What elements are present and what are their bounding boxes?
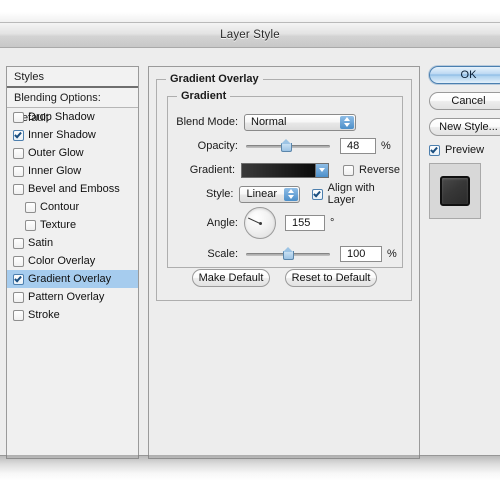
- sidebar-item-label: Inner Glow: [28, 165, 82, 177]
- gradient-swatch[interactable]: [241, 162, 330, 178]
- dialog-titlebar[interactable]: Layer Style: [0, 23, 500, 48]
- checkbox-bevel-and-emboss[interactable]: [13, 183, 24, 195]
- sidebar-item-pattern-overlay[interactable]: Pattern Overlay: [7, 288, 138, 306]
- checkbox-pattern-overlay[interactable]: [13, 291, 24, 303]
- gradient-group-title: Gradient: [177, 90, 231, 102]
- preview-thumbnail-chip: [440, 176, 470, 206]
- sidebar-item-inner-glow[interactable]: Inner Glow: [7, 162, 138, 180]
- preview-toggle[interactable]: Preview: [429, 144, 500, 156]
- reverse-label: Reverse: [359, 164, 400, 176]
- chevron-updown-icon: [340, 115, 354, 129]
- sidebar-item-label: Drop Shadow: [28, 111, 95, 123]
- gradient-label: Gradient:: [189, 164, 236, 176]
- sidebar-item-label: Contour: [40, 201, 80, 213]
- scale-value: 100: [347, 248, 366, 260]
- preview-thumbnail: [429, 163, 481, 219]
- chevron-updown-icon: [283, 187, 298, 201]
- sidebar-item-satin[interactable]: Satin: [7, 234, 138, 252]
- gradient-overlay-panel: Gradient Overlay Gradient Blend Mode: No…: [148, 66, 420, 459]
- preview-label: Preview: [445, 144, 485, 156]
- scale-slider-thumb[interactable]: [283, 247, 294, 260]
- scale-slider[interactable]: [246, 247, 330, 261]
- checkbox-align-with-layer[interactable]: [311, 188, 323, 200]
- new-style-button[interactable]: New Style...: [429, 118, 500, 136]
- blend-mode-value: Normal: [251, 116, 287, 128]
- sidebar-item-contour[interactable]: Contour: [7, 198, 138, 216]
- gradient-overlay-group: Gradient Overlay Gradient Blend Mode: No…: [156, 73, 412, 301]
- scale-label: Scale:: [207, 248, 238, 260]
- sidebar-item-label: Inner Shadow: [28, 129, 96, 141]
- angle-dial[interactable]: [244, 207, 276, 239]
- sidebar-item-bevel-and-emboss[interactable]: Bevel and Emboss: [7, 180, 138, 198]
- sidebar-item-inner-shadow[interactable]: Inner Shadow: [7, 126, 138, 144]
- checkbox-preview[interactable]: [429, 144, 440, 156]
- checkbox-outer-glow[interactable]: [13, 147, 24, 159]
- checkbox-satin[interactable]: [13, 237, 24, 249]
- angle-value: 155: [292, 217, 311, 229]
- sidebar-item-label: Bevel and Emboss: [28, 183, 120, 195]
- style-value: Linear: [246, 188, 278, 200]
- opacity-input[interactable]: 48: [340, 138, 376, 154]
- ok-button[interactable]: OK: [429, 66, 500, 84]
- styles-header: Styles: [7, 67, 138, 88]
- sidebar-item-label: Color Overlay: [28, 255, 96, 267]
- angle-dial-hub: [258, 221, 262, 225]
- checkbox-drop-shadow[interactable]: [13, 111, 24, 123]
- sidebar-item-outer-glow[interactable]: Outer Glow: [7, 144, 138, 162]
- sidebar-item-gradient-overlay[interactable]: Gradient Overlay: [7, 270, 138, 288]
- opacity-slider[interactable]: [246, 139, 330, 153]
- styles-sidebar: Styles Blending Options: Default Drop Sh…: [6, 66, 139, 459]
- cancel-button[interactable]: Cancel: [429, 92, 500, 110]
- opacity-unit: %: [381, 140, 391, 152]
- dialog-actions: OK Cancel New Style... Preview: [429, 66, 500, 219]
- opacity-slider-thumb[interactable]: [281, 139, 293, 152]
- dialog-title: Layer Style: [220, 29, 280, 41]
- blend-mode-select[interactable]: Normal: [244, 113, 356, 131]
- make-default-button[interactable]: Make Default: [192, 269, 270, 287]
- checkbox-gradient-overlay[interactable]: [13, 273, 24, 285]
- sidebar-item-label: Texture: [40, 219, 77, 231]
- screenshot-root: Layer Style Styles Blending Options: Def…: [0, 0, 500, 500]
- checkbox-contour[interactable]: [25, 201, 36, 213]
- gradient-overlay-group-title: Gradient Overlay: [166, 73, 263, 85]
- checkbox-reverse[interactable]: [343, 164, 355, 176]
- sidebar-item-label: Outer Glow: [28, 147, 84, 159]
- window-drop-shadow: [0, 455, 500, 481]
- angle-label: Angle:: [206, 217, 238, 229]
- sidebar-item-label: Gradient Overlay: [28, 273, 112, 285]
- gradient-group: Gradient Blend Mode: Normal Opacity: 48 …: [167, 90, 403, 268]
- opacity-value: 48: [347, 140, 360, 152]
- chevron-down-icon[interactable]: [315, 163, 329, 177]
- sidebar-item-label: Satin: [28, 237, 54, 249]
- checkbox-color-overlay[interactable]: [13, 255, 24, 267]
- sidebar-item-texture[interactable]: Texture: [7, 216, 138, 234]
- style-label: Style:: [205, 188, 234, 200]
- checkbox-texture[interactable]: [25, 219, 36, 231]
- style-select[interactable]: Linear: [239, 185, 300, 203]
- blend-mode-label: Blend Mode:: [176, 116, 238, 128]
- checkbox-inner-shadow[interactable]: [13, 129, 24, 141]
- align-with-layer-label: Align with Layer: [327, 182, 375, 206]
- blending-options-row[interactable]: Blending Options: Default: [7, 88, 138, 124]
- opacity-label: Opacity:: [197, 140, 238, 152]
- reset-to-default-button[interactable]: Reset to Default: [285, 269, 377, 287]
- scale-unit: %: [387, 248, 397, 260]
- angle-unit: °: [330, 217, 335, 229]
- angle-input[interactable]: 155: [285, 215, 325, 231]
- sidebar-item-color-overlay[interactable]: Color Overlay: [7, 252, 138, 270]
- sidebar-item-stroke[interactable]: Stroke: [7, 306, 138, 324]
- scale-input[interactable]: 100: [340, 246, 382, 262]
- gradient-preview: [242, 163, 316, 177]
- checkbox-stroke[interactable]: [13, 309, 24, 321]
- layer-style-dialog: Layer Style Styles Blending Options: Def…: [0, 23, 500, 459]
- sidebar-item-label: Stroke: [28, 309, 60, 321]
- sidebar-item-label: Pattern Overlay: [28, 291, 105, 303]
- checkbox-inner-glow[interactable]: [13, 165, 24, 177]
